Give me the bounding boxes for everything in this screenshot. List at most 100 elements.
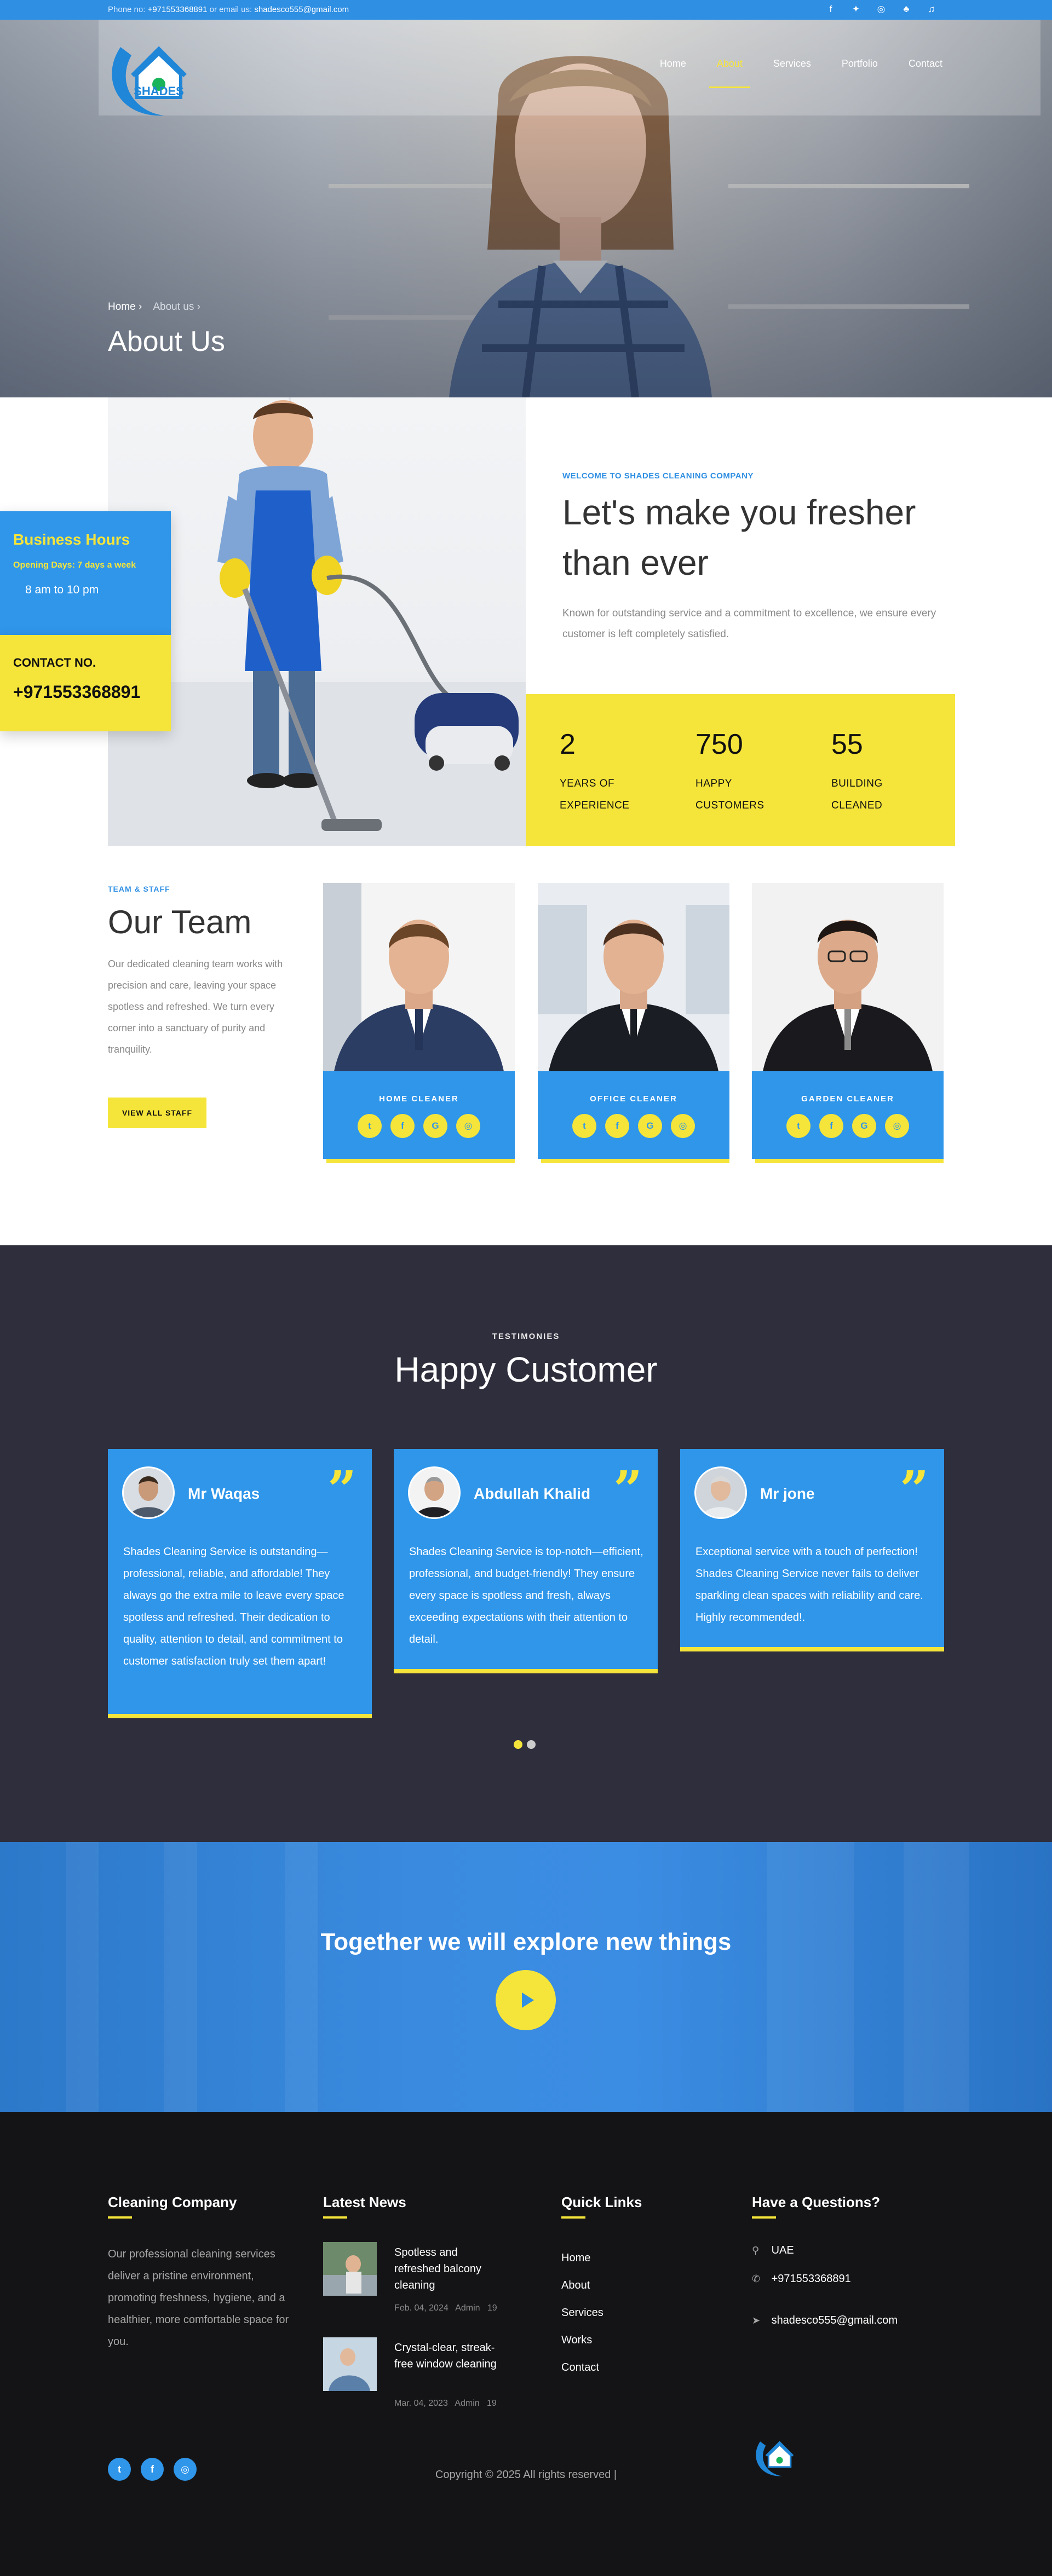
twitter-icon[interactable]: ✦ (850, 4, 861, 15)
news-thumbnail (323, 2242, 377, 2296)
breadcrumb-about: About us (153, 301, 194, 313)
stat-years: 2 YEARS OF EXPERIENCE (560, 728, 636, 817)
footer-questions-title: Have a Questions? (752, 2194, 881, 2210)
snapchat-icon[interactable]: ♣ (901, 4, 912, 15)
news-author: Admin (455, 2399, 480, 2408)
instagram-icon[interactable]: ◎ (671, 1114, 695, 1138)
facebook-icon[interactable]: f (825, 4, 836, 15)
news-date: Feb. 04, 2024 (394, 2303, 449, 2313)
topbar-contact: Phone no: +971553368891 or email us: sha… (108, 5, 349, 14)
map-pin-icon: ⚲ (752, 2245, 760, 2256)
footer-news-title: Latest News (323, 2194, 406, 2210)
customer-avatar (122, 1466, 175, 1519)
member-role: GARDEN CLEANER (801, 1094, 894, 1104)
footer-link-home[interactable]: Home (561, 2244, 603, 2272)
instagram-icon[interactable]: ◎ (876, 4, 887, 15)
video-banner: Together we will explore new things (0, 1842, 1052, 2112)
footer-link-services[interactable]: Services (561, 2299, 603, 2326)
tiktok-icon[interactable]: ♫ (926, 4, 937, 15)
testimonial-card: Mr jone ” Exceptional service with a tou… (680, 1449, 944, 1651)
quick-links-list: Home About Services Works Contact (561, 2244, 603, 2381)
contact-phone[interactable]: +971553368891 (13, 682, 140, 702)
about-text: Known for outstanding service and a comm… (562, 608, 936, 640)
carousel-dot[interactable] (514, 1740, 522, 1749)
news-comments: 19 (487, 2399, 497, 2408)
customer-name: Abdullah Khalid (474, 1485, 591, 1502)
shades-logo[interactable]: SHADES (104, 25, 208, 118)
send-icon: ➤ (752, 2315, 761, 2326)
instagram-icon[interactable]: ◎ (456, 1114, 480, 1138)
menu-portfolio[interactable]: Portfolio (842, 58, 878, 70)
facebook-icon[interactable]: f (390, 1114, 415, 1138)
member-role: OFFICE CLEANER (590, 1094, 677, 1104)
breadcrumb: Home › About us › (108, 301, 200, 313)
footer-about: Cleaning Company Our professional cleani… (108, 2194, 289, 2481)
page-title: About Us (108, 326, 225, 357)
breadcrumb-home[interactable]: Home (108, 301, 136, 313)
stat-label: BUILDING CLEANED (831, 778, 883, 811)
phone-icon: ✆ (752, 2273, 761, 2284)
stat-number: 750 (695, 729, 743, 760)
play-button[interactable] (496, 1970, 556, 2030)
footer-email[interactable]: ➤ shadesco555@gmail.com (752, 2314, 898, 2327)
email-link[interactable]: shadesco555@gmail.com (254, 5, 349, 14)
title-underline (323, 2216, 347, 2219)
twitter-icon[interactable]: t (572, 1114, 596, 1138)
banner-texture (66, 1842, 99, 2112)
customer-name: Mr Waqas (188, 1485, 260, 1502)
chevron-right-icon: › (138, 301, 142, 313)
carousel-dot[interactable] (527, 1740, 536, 1749)
news-title[interactable]: Spotless and refreshed balcony cleaning (394, 2244, 498, 2294)
google-icon[interactable]: G (423, 1114, 447, 1138)
hero-section: SHADES Home About Services Portfolio Con… (0, 20, 1052, 397)
footer-link-about[interactable]: About (561, 2272, 603, 2299)
twitter-icon[interactable]: t (358, 1114, 382, 1138)
email-text[interactable]: shadesco555@gmail.com (772, 2314, 898, 2326)
stat-buildings: 55 BUILDING CLEANED (831, 728, 908, 817)
team-member-photo (538, 883, 729, 1071)
banner-texture (904, 1842, 969, 2112)
topbar-social: f ✦ ◎ ♣ ♫ (825, 4, 937, 15)
contact-number-card: CONTACT NO. +971553368891 (0, 635, 171, 731)
testimonials-tag: TESTIMONIES (492, 1332, 560, 1341)
menu-services[interactable]: Services (773, 58, 811, 70)
footer-links: Quick Links Home About Services Works Co… (561, 2194, 642, 2373)
contact-label: CONTACT NO. (13, 656, 96, 669)
phone-link[interactable]: +971553368891 (148, 5, 208, 14)
phone-text[interactable]: +971553368891 (772, 2273, 851, 2285)
menu-contact[interactable]: Contact (909, 58, 942, 70)
testimonial-card: Mr Waqas ” Shades Cleaning Service is ou… (108, 1449, 372, 1718)
facebook-icon[interactable]: f (605, 1114, 629, 1138)
team-member-photo (323, 883, 515, 1071)
opening-time: 8 am to 10 pm (25, 584, 99, 596)
carousel-dots (514, 1740, 536, 1749)
card-underline (755, 1159, 944, 1163)
menu-about[interactable]: About (709, 58, 750, 88)
google-icon[interactable]: G (852, 1114, 876, 1138)
location-text: UAE (771, 2244, 794, 2256)
team-title: Our Team (108, 904, 252, 940)
news-date: Mar. 04, 2023 (394, 2399, 448, 2408)
instagram-icon[interactable]: ◎ (885, 1114, 909, 1138)
footer-link-works[interactable]: Works (561, 2326, 603, 2354)
google-icon[interactable]: G (638, 1114, 662, 1138)
testimonial-text: Shades Cleaning Service is outstanding—p… (123, 1546, 344, 1667)
menu-home[interactable]: Home (660, 58, 686, 70)
team-member-card: HOME CLEANER t f G ◎ (323, 883, 515, 1163)
stats-panel: 2 YEARS OF EXPERIENCE 750 HAPPY CUSTOMER… (526, 694, 955, 846)
about-headline: Let's make you fresher than ever (562, 493, 916, 582)
team-member-photo (752, 883, 944, 1071)
member-portrait (752, 883, 944, 1071)
member-socials: t f G ◎ (323, 1114, 515, 1138)
logo-text: SHADES (134, 84, 184, 98)
banner-texture (767, 1842, 854, 2112)
footer-link-contact[interactable]: Contact (561, 2354, 603, 2381)
testimonial-text: Exceptional service with a touch of perf… (695, 1546, 923, 1624)
quote-icon: ” (327, 1460, 357, 1519)
view-all-staff-button[interactable]: VIEW ALL STAFF (108, 1098, 206, 1128)
twitter-icon[interactable]: t (786, 1114, 810, 1138)
facebook-icon[interactable]: f (819, 1114, 843, 1138)
news-title[interactable]: Crystal-clear, streak-free window cleani… (394, 2340, 498, 2372)
chevron-right-icon: › (197, 301, 200, 313)
footer-phone[interactable]: ✆ +971553368891 (752, 2273, 851, 2285)
